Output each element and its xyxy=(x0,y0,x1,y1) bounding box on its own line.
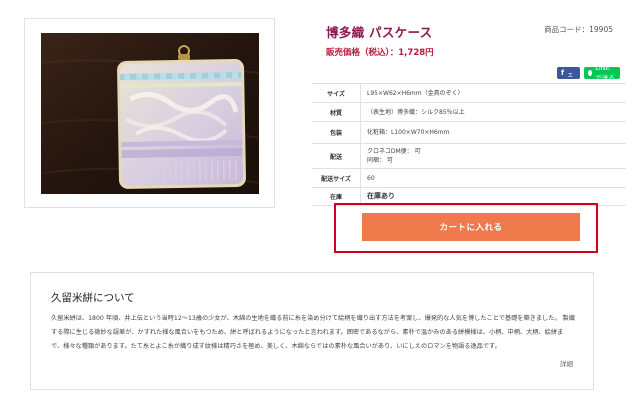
spec-value: クロネコDM便： 可同梱： 可 xyxy=(360,143,626,169)
spec-row-shipping: 配送 クロネコDM便： 可同梱： 可 xyxy=(312,143,626,169)
facebook-icon: f xyxy=(561,69,565,77)
spec-key: 配送サイズ xyxy=(312,168,361,188)
line-share-button[interactable]: LINEで送る xyxy=(584,64,620,82)
facebook-share-button[interactable]: f シェア xyxy=(557,60,580,88)
price-label: 販売価格（税込）： xyxy=(326,48,399,58)
add-to-cart-button[interactable]: カートに入れる xyxy=(362,213,580,241)
product-title: 博多織 パスケース xyxy=(326,25,433,40)
product-code: 商品コード：19905 xyxy=(544,25,613,34)
details-link[interactable]: 詳細 xyxy=(560,358,573,368)
spec-value: （表生地）博多織：シルク85％以上 xyxy=(360,102,626,122)
spec-value: 化粧箱：L100×W70×H6mm xyxy=(360,121,626,144)
spec-value: 60 xyxy=(360,168,626,188)
spec-key: 配送 xyxy=(312,143,361,169)
spec-key: サイズ xyxy=(312,83,361,103)
spec-row-packaging: 包装 化粧箱：L100×W70×H6mm xyxy=(312,121,626,144)
spec-row-material: 材質 （表生地）博多織：シルク85％以上 xyxy=(312,102,626,122)
product-photo xyxy=(41,33,259,194)
product-image-frame xyxy=(24,18,275,208)
stock-status: 在庫あり xyxy=(367,192,395,201)
about-text: 久留米絣は、1800 年頃、井上伝という当時12～13歳の少女が、木綿の生地を織… xyxy=(51,315,575,350)
spec-key: 材質 xyxy=(312,102,361,122)
about-section: 久留米絣について 久留米絣は、1800 年頃、井上伝という当時12～13歳の少女… xyxy=(30,272,594,390)
spec-row-size: サイズ L95×W62×H6mm（金具のぞく） xyxy=(312,83,626,103)
spec-table: サイズ L95×W62×H6mm（金具のぞく） 材質 （表生地）博多織：シルク8… xyxy=(312,83,626,206)
spec-value: L95×W62×H6mm（金具のぞく） xyxy=(360,83,626,103)
price-value: 1,728円 xyxy=(398,48,434,58)
about-title: 久留米絣について xyxy=(51,292,135,304)
spec-key: 包装 xyxy=(312,121,361,144)
product-price: 販売価格（税込）：1,728円 xyxy=(326,46,434,58)
spec-row-shipping-size: 配送サイズ 60 xyxy=(312,168,626,188)
line-icon xyxy=(588,70,593,76)
line-share-label: LINEで送る xyxy=(595,64,615,82)
